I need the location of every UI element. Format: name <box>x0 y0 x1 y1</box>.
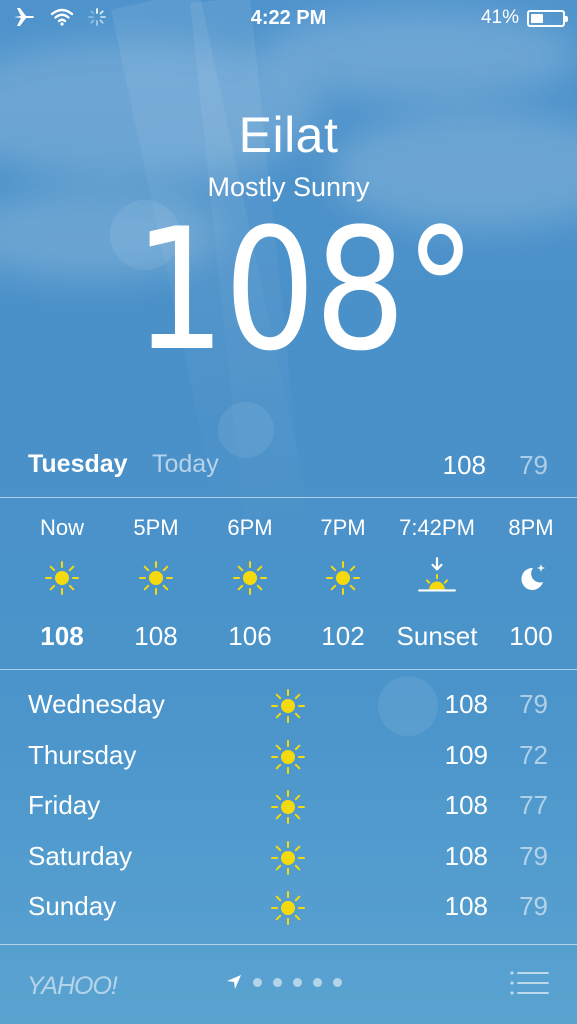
today-high: 108 <box>442 450 486 480</box>
today-label: Today <box>152 450 219 478</box>
hour-temp: Sunset <box>396 621 478 651</box>
sun-icon <box>270 688 306 724</box>
hour-temp: 108 <box>134 621 178 651</box>
status-bar-right: 41% <box>480 7 568 29</box>
divider-middle <box>0 669 577 670</box>
status-bar: 4:22 PM 41% <box>0 0 577 40</box>
city-name: Eilat <box>238 107 339 163</box>
day-name: Saturday <box>28 841 133 871</box>
hour-temp: 106 <box>228 621 272 651</box>
sun-icon <box>44 560 80 596</box>
sun-icon <box>270 840 306 876</box>
page-dot <box>253 977 262 987</box>
hour-time: Now <box>39 515 84 540</box>
sun-icon <box>270 890 306 926</box>
sun-icon <box>232 560 268 596</box>
sun-icon <box>138 560 174 596</box>
day-high: 108 <box>444 891 488 921</box>
current-temperature: 108° <box>133 192 477 388</box>
day-high: 108 <box>444 841 488 871</box>
day-low: 72 <box>519 740 548 770</box>
day-low: 77 <box>519 790 548 820</box>
day-low: 79 <box>519 891 548 921</box>
hour-time: 7:42PM <box>399 515 475 540</box>
today-low: 79 <box>519 450 548 480</box>
hour-time: 6PM <box>227 515 273 540</box>
day-name: Wednesday <box>28 689 165 719</box>
day-low: 79 <box>519 689 548 719</box>
day-row: Friday 108 77 <box>0 781 577 831</box>
hour-temp: 108 <box>40 621 84 651</box>
footer-bar: YAHOO! <box>0 946 577 1024</box>
sunset-icon <box>418 557 456 592</box>
today-summary-row: Tuesday Today 108 79 <box>0 446 577 486</box>
day-row: Wednesday 108 79 <box>0 680 577 730</box>
hour-temp: 100 <box>509 621 553 651</box>
hour-temp: 102 <box>321 621 365 651</box>
page-dot <box>333 977 342 987</box>
list-icon[interactable] <box>509 970 549 996</box>
divider-top <box>0 497 577 498</box>
hour-time: 7PM <box>320 515 366 540</box>
location-arrow-icon <box>227 975 241 989</box>
divider-bottom <box>0 944 577 945</box>
day-name: Friday <box>28 790 101 820</box>
day-row: Thursday 109 72 <box>0 731 577 781</box>
day-row: Sunday 108 79 <box>0 882 577 932</box>
page-indicator[interactable] <box>226 974 342 990</box>
day-high: 108 <box>444 689 488 719</box>
moon-icon <box>521 564 545 590</box>
yahoo-logo[interactable]: YAHOO! <box>27 972 118 1001</box>
day-name: Sunday <box>28 891 117 921</box>
day-low: 79 <box>519 841 548 871</box>
day-high: 109 <box>444 740 488 770</box>
battery-percent: 41% <box>480 7 519 28</box>
sun-icon <box>270 739 306 775</box>
battery-level-fill <box>531 13 544 23</box>
day-row: Saturday 108 79 <box>0 832 577 882</box>
page-dot <box>273 977 282 987</box>
sun-icon <box>325 560 361 596</box>
day-high: 108 <box>444 790 488 820</box>
page-dot <box>313 977 322 987</box>
hour-time: 5PM <box>133 515 179 540</box>
battery-icon <box>527 9 568 27</box>
page-dot <box>293 977 302 987</box>
hour-time: 8PM <box>508 515 554 540</box>
today-day-name: Tuesday <box>28 450 128 478</box>
hourly-forecast[interactable]: Now 108 5PM 108 6PM 106 7PM 102 7:42PM S… <box>0 500 577 670</box>
sun-icon <box>270 789 306 825</box>
day-name: Thursday <box>28 740 137 770</box>
